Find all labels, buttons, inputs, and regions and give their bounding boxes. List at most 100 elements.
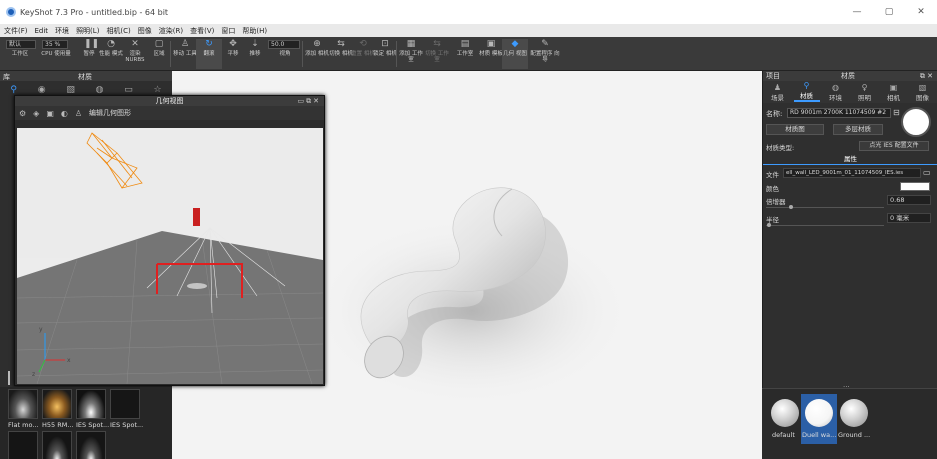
material-graph-button[interactable]: 材质图	[766, 124, 824, 135]
environments-tab-icon[interactable]: ◍	[96, 85, 104, 95]
toolbar-separator	[170, 41, 171, 67]
region-button[interactable]: ▢ 区域	[146, 39, 172, 69]
menu-view[interactable]: 查看(V)	[190, 26, 214, 36]
maximize-button[interactable]: ▢	[873, 0, 905, 24]
render-nurbs-button[interactable]: ✕ 渲染 NURBS	[122, 39, 148, 69]
properties-tab[interactable]: 属性	[763, 155, 937, 165]
materials-tab-icon[interactable]: ⚲	[10, 85, 17, 95]
geometry-view-button[interactable]: ◆ 几何 视图	[502, 39, 528, 69]
multiplier-slider-track[interactable]	[766, 207, 884, 208]
menu-image[interactable]: 图像	[138, 26, 152, 36]
material-thumbnail-default[interactable]	[771, 399, 799, 427]
multiplier-slider-handle[interactable]	[789, 205, 793, 209]
tab-environment[interactable]: ◍ 环境	[823, 83, 849, 102]
file-label: 文件	[766, 171, 779, 179]
window-title: KeyShot 7.3 Pro - untitled.bip - 64 bit	[20, 7, 169, 17]
tab-material[interactable]: ⚲ 材质	[793, 81, 820, 102]
tab-lighting[interactable]: ♀ 照明	[852, 83, 878, 102]
edit-geometry-label[interactable]: 编辑几何图形	[89, 108, 131, 118]
add-studio-button[interactable]: ▦ 添加 工作室	[398, 39, 424, 69]
camera-icon: ▣	[889, 83, 898, 92]
switch-camera-icon: ⇆	[337, 39, 345, 49]
perspective-button[interactable]: 视角	[272, 51, 298, 69]
tab-image[interactable]: ▧ 图像	[910, 83, 936, 102]
thumbnail-flat-mo[interactable]	[8, 389, 38, 419]
image-icon: ▧	[918, 83, 927, 92]
material-type-select[interactable]: 点光 IES 配置文件	[859, 141, 929, 151]
tab-scene[interactable]: ♟ 场景	[765, 83, 791, 102]
multilayer-material-button[interactable]: 多层材质	[833, 124, 883, 135]
tab-camera[interactable]: ▣ 相机	[881, 83, 907, 102]
thumbnail-ies-spot-1[interactable]	[76, 389, 106, 419]
colors-tab-icon[interactable]: ◉	[38, 85, 46, 95]
zoom-select[interactable]: 35 %	[42, 40, 68, 49]
backplates-tab-icon[interactable]: ▭	[124, 85, 133, 95]
geometry-view-title: 几何视图	[155, 97, 184, 105]
thumbnail-row2-3[interactable]	[76, 431, 106, 459]
pause-icon: ❚❚	[84, 39, 100, 49]
configurator-wizard-button[interactable]: ✎ 配置程序 向导	[528, 39, 562, 69]
pan-icon: ✥	[229, 39, 237, 49]
multiplier-input[interactable]: 0.68	[887, 195, 931, 205]
switch-studio-button[interactable]: ⇆ 切换 工作室	[424, 39, 450, 69]
name-label: 名称:	[766, 110, 783, 118]
geometry-viewport[interactable]: y x z	[17, 128, 323, 384]
geometry-view-titlebar[interactable]: 几何视图 ▭⧉✕	[15, 96, 324, 106]
menu-file[interactable]: 文件(F)	[4, 26, 28, 36]
textures-tab-icon[interactable]: ▧	[66, 85, 75, 95]
ies-file-input[interactable]: ell_wall_LED_9001m_01_11074509_IES.ies	[783, 168, 921, 178]
workspace-select[interactable]: 默认	[6, 40, 36, 49]
color-swatch[interactable]	[900, 182, 930, 191]
performance-mode-button[interactable]: ◔ 性能 模式	[98, 39, 124, 69]
workspace-button[interactable]: 工作区	[6, 51, 34, 69]
dolly-button[interactable]: ⇣ 推移	[242, 39, 268, 69]
panel-float-icon[interactable]: ⧉ ✕	[920, 71, 933, 81]
add-studio-icon: ▦	[406, 39, 416, 49]
favorites-tab-icon[interactable]: ☆	[153, 85, 161, 95]
move-tool-button[interactable]: ♙ 移动 工具	[172, 39, 198, 69]
material-name-input[interactable]: RD 9001m 2700K 11074509 #2	[787, 108, 891, 118]
radius-input[interactable]: 0 毫米	[887, 213, 931, 223]
geometry-view-window[interactable]: 几何视图 ▭⧉✕ ⚙ ◈ ▣ ◐ ♙ 编辑几何图形 y x z	[14, 95, 325, 386]
fov-input[interactable]: 50.0	[268, 40, 300, 49]
menu-camera[interactable]: 相机(C)	[106, 26, 130, 36]
menu-environment[interactable]: 环境	[55, 26, 69, 36]
menu-edit[interactable]: Edit	[35, 27, 49, 35]
lights-icon[interactable]: ◐	[61, 109, 68, 118]
material-thumbnail-duell-wall[interactable]	[805, 399, 833, 427]
cpu-usage-button[interactable]: CPU 使用量	[36, 51, 76, 69]
menu-lighting[interactable]: 照明(L)	[76, 26, 99, 36]
main-toolbar: 默认 35 % 工作区 CPU 使用量 ❚❚ 暂停 ◔ 性能 模式 ✕ 渲染 NURB…	[0, 37, 937, 71]
project-tabs: ♟ 场景 ⚲ 材质 ◍ 环境 ♀ 照明 ▣ 相机 ▧ 图像	[763, 81, 937, 103]
thumbnail-h55-rm[interactable]	[42, 389, 72, 419]
menu-render[interactable]: 渲染(R)	[159, 26, 183, 36]
add-camera-button[interactable]: ⊕ 添加 相机	[304, 39, 330, 69]
material-label: default	[772, 431, 795, 439]
thumbnail-row2-2[interactable]	[42, 431, 72, 459]
lock-camera-button[interactable]: ⊡ 锁定 相机	[372, 39, 398, 69]
studio-button[interactable]: ▤ 工作室	[452, 39, 478, 69]
radius-slider-track[interactable]	[766, 225, 884, 226]
menu-window[interactable]: 窗口	[221, 26, 235, 36]
library-subtitle: 材质	[78, 73, 92, 81]
geometry-view-close-icon[interactable]: ✕	[313, 97, 321, 105]
menu-help[interactable]: 帮助(H)	[242, 26, 267, 36]
material-template-button[interactable]: ▣ 材质 模板	[478, 39, 504, 69]
material-thumbnail-ground[interactable]	[840, 399, 868, 427]
wizard-icon: ✎	[541, 39, 549, 49]
radius-slider-handle[interactable]	[767, 223, 771, 227]
save-to-library-icon[interactable]: ⊟	[893, 108, 900, 117]
tumble-button[interactable]: ↻ 翻滚	[196, 39, 222, 69]
camera-view-icon[interactable]: ▣	[46, 109, 54, 118]
open-folder-icon[interactable]: ▭	[923, 168, 931, 177]
minimize-button[interactable]: —	[841, 0, 873, 24]
shield-icon[interactable]: ◈	[33, 109, 39, 118]
lock-camera-icon: ⊡	[381, 39, 389, 49]
geometry-view-restore-icon[interactable]: ▭	[298, 97, 307, 105]
settings-gear-icon[interactable]: ⚙	[19, 109, 26, 118]
close-button[interactable]: ✕	[905, 0, 937, 24]
thumbnail-row2-1[interactable]	[8, 431, 38, 459]
project-panel-header: 项目 材质 ⧉ ✕	[763, 71, 937, 81]
thumbnail-ies-spot-2[interactable]	[110, 389, 140, 419]
person-icon[interactable]: ♙	[75, 109, 82, 118]
